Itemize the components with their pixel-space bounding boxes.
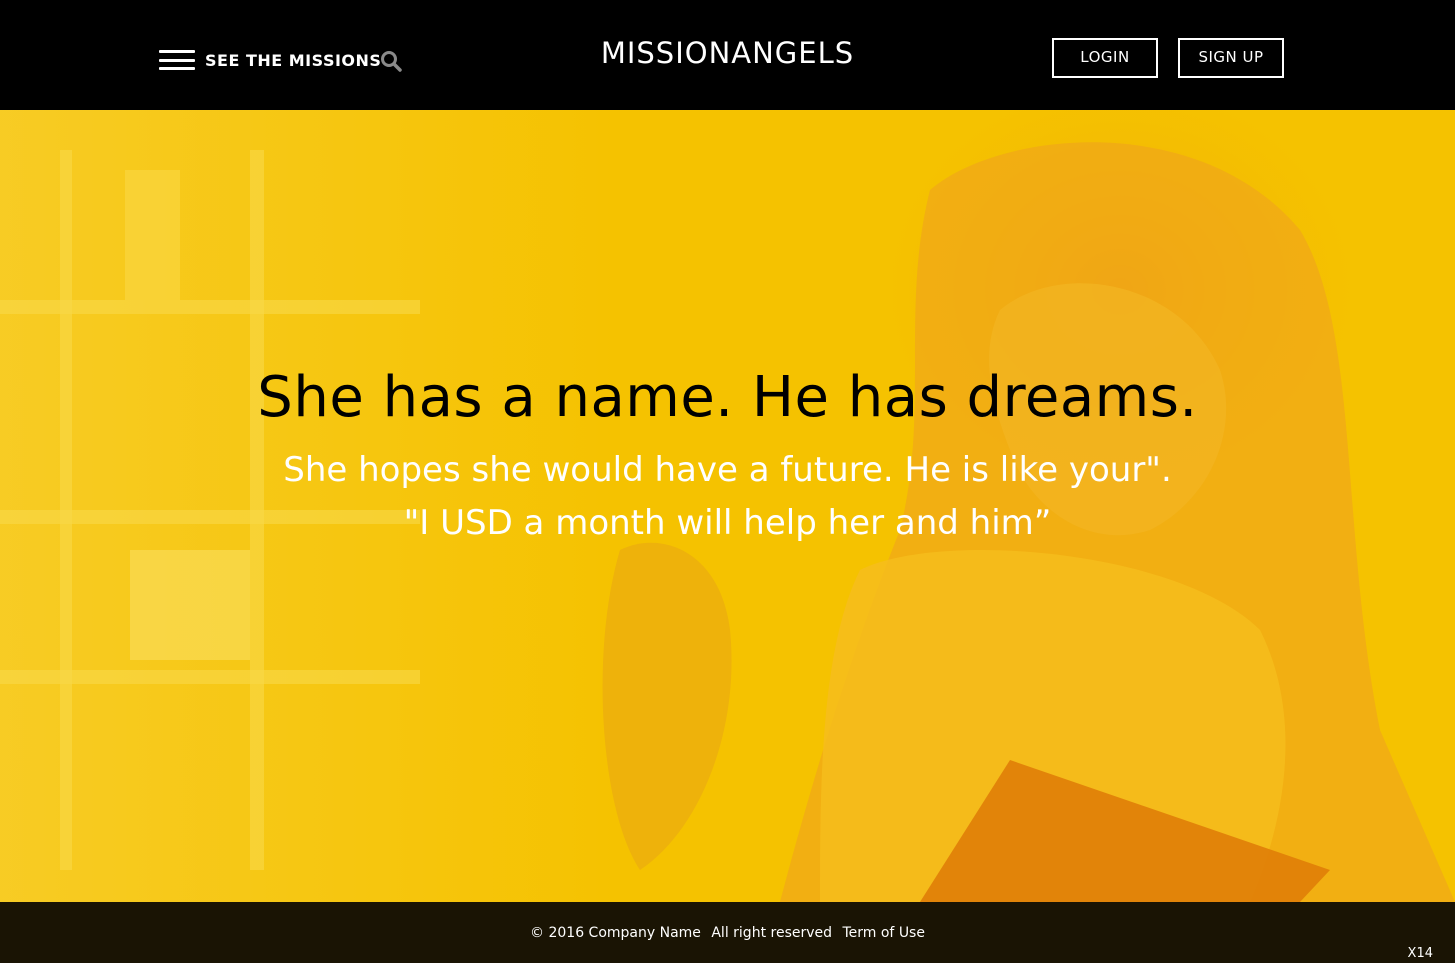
search-icon[interactable] xyxy=(380,50,402,72)
see-missions-label: SEE THE MISSIONS xyxy=(205,50,382,70)
hero-headline: She has a name. He has dreams. xyxy=(257,365,1198,430)
hero-subline-donation: "I USD a month will help her and him” xyxy=(403,503,1052,543)
corner-tag: X14 xyxy=(1407,946,1433,961)
see-missions-menu-button[interactable]: SEE THE MISSIONS xyxy=(159,47,381,73)
hamburger-icon[interactable] xyxy=(159,50,195,70)
hero-subline-future: She hopes she would have a future. He is… xyxy=(283,450,1172,490)
brand-name[interactable]: MISSIONANGELS xyxy=(601,36,854,70)
footer-text: © 2016 Company Name All right reserved T… xyxy=(0,925,1455,941)
hero-banner: She has a name. He has dreams. She hopes… xyxy=(0,110,1455,902)
terms-of-use-link[interactable]: Term of Use xyxy=(842,925,924,941)
rights-text: All right reserved xyxy=(711,925,833,941)
sign-up-button[interactable]: SIGN UP xyxy=(1178,38,1284,78)
copyright-text: © 2016 Company Name xyxy=(530,925,701,941)
login-button[interactable]: LOGIN xyxy=(1052,38,1158,78)
top-navigation-bar: SEE THE MISSIONS MISSIONANGELS LOGIN SIG… xyxy=(0,0,1455,110)
footer: © 2016 Company Name All right reserved T… xyxy=(0,902,1455,963)
